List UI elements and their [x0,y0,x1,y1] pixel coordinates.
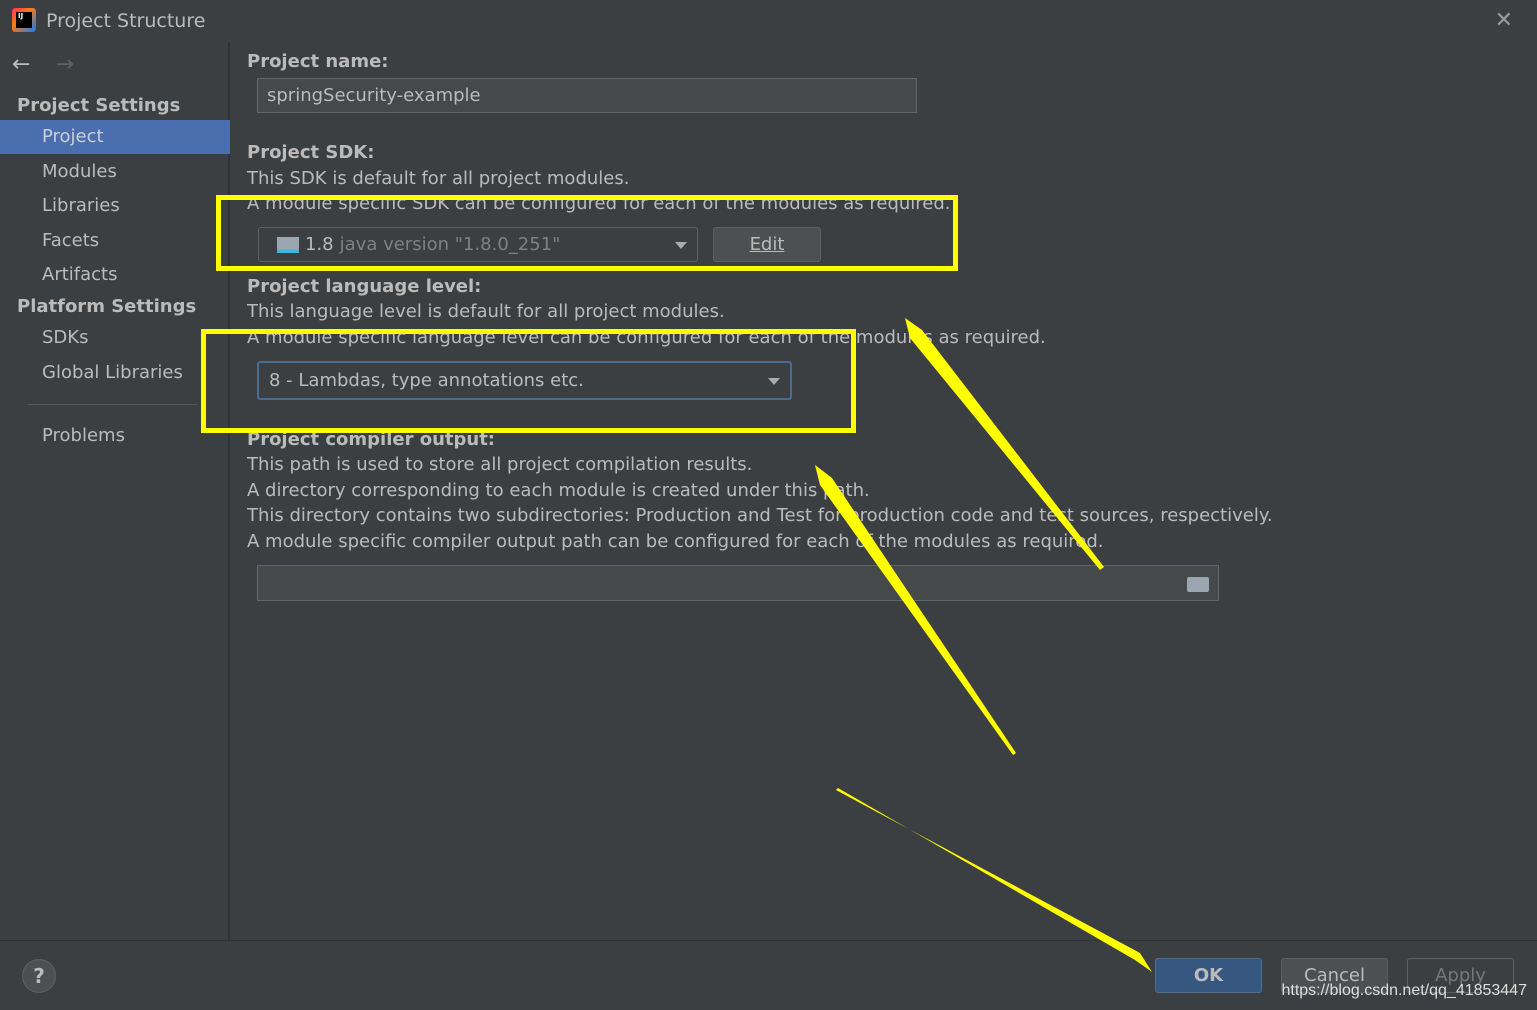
sdk-description: A module specific SDK can be configured … [247,193,951,214]
project-settings-panel: Project name: springSecurity-example Pro… [232,42,1537,940]
sdk-dropdown[interactable]: 1.8 java version "1.8.0_251" [258,227,698,262]
language-level-label: Project language level: [247,276,482,297]
intellij-logo-icon: IJ [12,8,36,32]
sidebar-item-global-libraries[interactable]: Global Libraries [0,356,230,390]
language-level-value: 8 - Lambdas, type annotations etc. [269,370,584,391]
window-title: Project Structure [46,10,206,32]
compiler-output-description: A directory corresponding to each module… [247,480,870,501]
watermark: https://blog.csdn.net/qq_41853447 [1281,982,1527,999]
help-button[interactable]: ? [22,959,56,993]
ok-button[interactable]: OK [1155,958,1262,993]
sdk-version: 1.8 [305,234,334,255]
sdk-folder-icon [277,236,299,253]
compiler-output-input[interactable] [257,565,1219,601]
title-bar: IJ Project Structure ✕ [0,0,1537,42]
language-level-description: A module specific language level can be … [247,327,1046,348]
edit-sdk-button[interactable]: Edit [713,227,821,262]
divider [28,404,198,405]
sidebar-item-libraries[interactable]: Libraries [0,189,230,223]
sidebar-item-project[interactable]: Project [0,120,230,154]
sidebar: ← → Project Settings Project Modules Lib… [0,42,230,940]
compiler-output-description: This directory contains two subdirectori… [247,505,1273,526]
project-sdk-label: Project SDK: [247,142,375,163]
sdk-description: This SDK is default for all project modu… [247,168,630,189]
browse-folder-icon[interactable] [1187,577,1209,592]
sidebar-item-sdks[interactable]: SDKs [0,321,230,355]
project-name-input[interactable]: springSecurity-example [257,78,917,113]
platform-settings-header: Platform Settings [17,296,197,317]
compiler-output-label: Project compiler output: [247,429,496,450]
back-icon[interactable]: ← [12,52,30,77]
forward-icon[interactable]: → [55,52,73,77]
language-level-dropdown[interactable]: 8 - Lambdas, type annotations etc. [257,361,792,400]
sidebar-item-artifacts[interactable]: Artifacts [0,258,230,292]
sidebar-item-facets[interactable]: Facets [0,224,230,258]
chevron-down-icon [675,241,687,249]
project-settings-header: Project Settings [17,95,181,116]
language-level-description: This language level is default for all p… [247,301,725,322]
compiler-output-description: A module specific compiler output path c… [247,531,1104,552]
compiler-output-description: This path is used to store all project c… [247,454,753,475]
sdk-detail: java version "1.8.0_251" [339,234,561,255]
chevron-down-icon [768,377,780,385]
close-icon[interactable]: ✕ [1495,8,1513,33]
project-name-label: Project name: [247,51,389,72]
sidebar-item-modules[interactable]: Modules [0,155,230,189]
sidebar-item-problems[interactable]: Problems [0,419,230,453]
